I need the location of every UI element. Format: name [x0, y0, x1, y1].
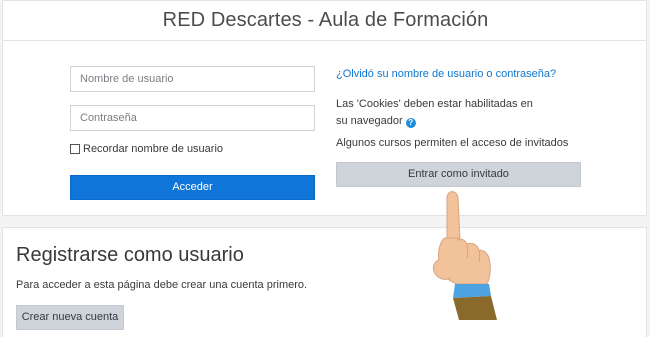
forgot-credentials-link[interactable]: ¿Olvidó su nombre de usuario o contraseñ…: [336, 68, 556, 80]
cookies-notice: Las 'Cookies' deben estar habilitadas en…: [336, 96, 546, 130]
register-panel: Registrarse como usuario Para acceder a …: [2, 227, 647, 337]
create-account-button[interactable]: Crear nueva cuenta: [16, 305, 124, 330]
register-description: Para acceder a esta página debe crear un…: [16, 279, 308, 291]
pointing-hand-icon: [432, 191, 497, 320]
login-button[interactable]: Acceder: [70, 175, 315, 200]
site-title: RED Descartes - Aula de Formación: [162, 9, 489, 31]
guest-access-note: Algunos cursos permiten el acceso de inv…: [336, 137, 569, 149]
password-input[interactable]: [70, 105, 315, 131]
register-title: Registrarse como usuario: [16, 244, 244, 266]
remember-username[interactable]: Recordar nombre de usuario: [70, 143, 223, 155]
site-header: RED Descartes - Aula de Formación: [2, 0, 647, 41]
username-input[interactable]: [70, 66, 315, 92]
question-circle-icon[interactable]: ?: [405, 118, 416, 128]
cookies-text: Las 'Cookies' deben estar habilitadas en…: [336, 98, 533, 127]
remember-checkbox[interactable]: [70, 144, 80, 154]
remember-label: Recordar nombre de usuario: [83, 143, 224, 155]
login-panel: Recordar nombre de usuario Acceder ¿Olvi…: [2, 41, 647, 216]
